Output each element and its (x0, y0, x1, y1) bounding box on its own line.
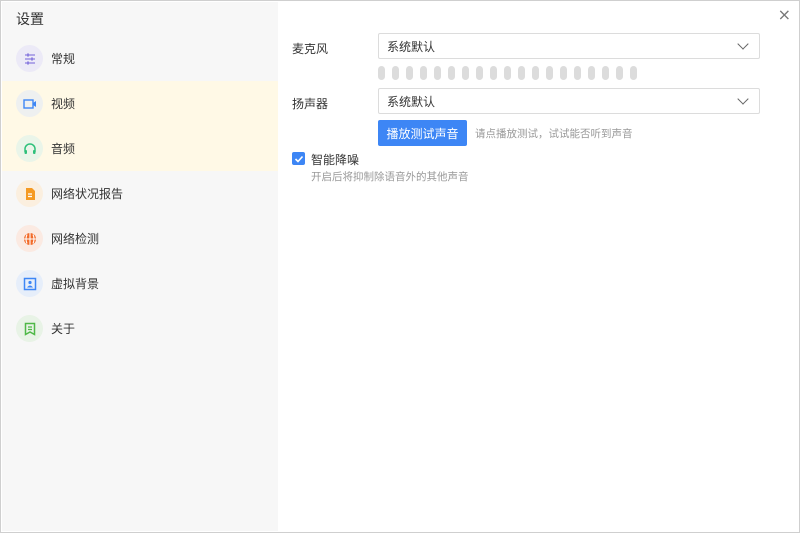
sidebar-item-label: 关于 (51, 322, 76, 336)
settings-window: 设置 常规视频音频网络状况报告 网络检测虚拟背景关于 × 麦克风 系统默认 扬声器… (0, 0, 800, 533)
sidebar-item-3[interactable]: 网络状况报告 (2, 171, 278, 216)
mic-level-bar (448, 66, 455, 80)
mic-level-meter (378, 66, 637, 80)
mic-level-bar (392, 66, 399, 80)
mic-level-bar (630, 66, 637, 80)
mic-level-bar (490, 66, 497, 80)
sidebar-item-label: 虚拟背景 (51, 277, 100, 291)
mic-level-bar (518, 66, 525, 80)
sidebar-item-label: 常规 (51, 52, 76, 66)
microphone-select-value: 系统默认 (387, 39, 436, 54)
noise-suppression-label[interactable]: 智能降噪 (311, 151, 359, 168)
noise-suppression-checkbox[interactable] (292, 152, 305, 165)
mic-level-bar (406, 66, 413, 80)
sidebar-nav: 常规视频音频网络状况报告 网络检测虚拟背景关于 (2, 36, 278, 351)
noise-suppression-description: 开启后将抑制除语音外的其他声音 (311, 171, 469, 183)
microphone-label: 麦克风 (292, 42, 329, 56)
play-test-sound-button[interactable]: 播放测试声音 (378, 120, 467, 146)
mic-level-bar (504, 66, 511, 80)
document-icon (16, 180, 43, 207)
mic-level-bar (476, 66, 483, 80)
sidebar-item-6[interactable]: 关于 (2, 306, 278, 351)
video-camera-icon (16, 90, 43, 117)
sidebar: 设置 常规视频音频网络状况报告 网络检测虚拟背景关于 (2, 2, 278, 531)
sidebar-item-5[interactable]: 虚拟背景 (2, 261, 278, 306)
mic-level-bar (462, 66, 469, 80)
speaker-select-value: 系统默认 (387, 94, 436, 109)
speaker-label: 扬声器 (292, 97, 329, 111)
mic-level-bar (574, 66, 581, 80)
chevron-down-icon (737, 38, 749, 50)
sidebar-item-2[interactable]: 音频 (2, 126, 278, 171)
mic-level-bar (560, 66, 567, 80)
sidebar-item-label: 网络检测 (51, 232, 100, 246)
speaker-select[interactable]: 系统默认 (378, 88, 760, 114)
mic-level-bar (588, 66, 595, 80)
mic-level-bar (546, 66, 553, 80)
info-book-icon (16, 315, 43, 342)
sidebar-title: 设置 (16, 12, 44, 28)
sliders-icon (16, 45, 43, 72)
sidebar-item-label: 视频 (51, 97, 76, 111)
sidebar-item-4[interactable]: 网络检测 (2, 216, 278, 261)
mic-level-bar (420, 66, 427, 80)
mic-level-bar (378, 66, 385, 80)
check-icon (294, 155, 303, 163)
close-icon[interactable]: × (778, 5, 791, 24)
sidebar-item-0[interactable]: 常规 (2, 36, 278, 81)
sidebar-item-1[interactable]: 视频 (2, 81, 278, 126)
mic-level-bar (532, 66, 539, 80)
sidebar-item-label: 音频 (51, 142, 76, 156)
chevron-down-icon (737, 93, 749, 105)
headphones-icon (16, 135, 43, 162)
sidebar-item-label: 网络状况报告 (51, 187, 124, 201)
mic-level-bar (602, 66, 609, 80)
globe-icon (16, 225, 43, 252)
mic-level-bar (434, 66, 441, 80)
portrait-icon (16, 270, 43, 297)
microphone-select[interactable]: 系统默认 (378, 33, 760, 59)
play-hint: 请点播放测试，试试能否听到声音 (475, 128, 633, 140)
mic-level-bar (616, 66, 623, 80)
